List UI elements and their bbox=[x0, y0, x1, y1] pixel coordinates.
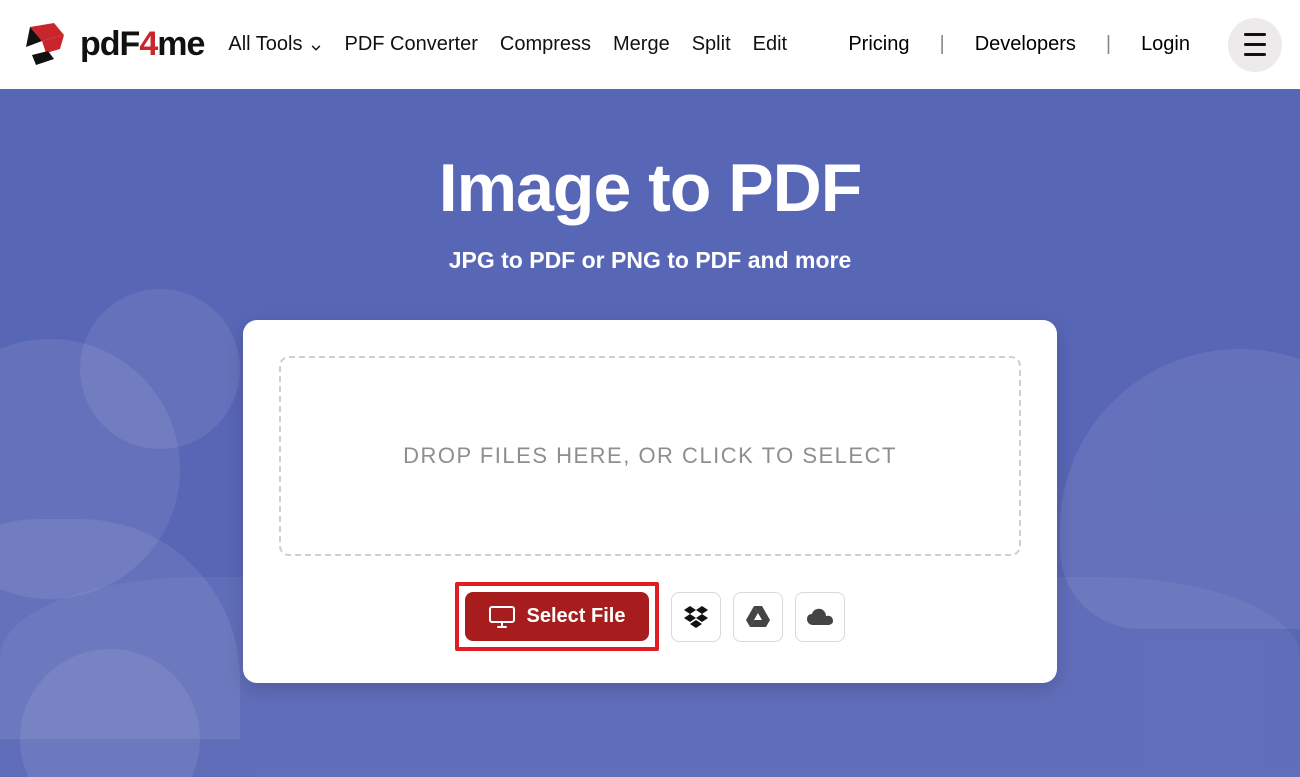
onedrive-button[interactable] bbox=[795, 592, 845, 642]
nav-compress[interactable]: Compress bbox=[500, 33, 591, 56]
nav-separator: | bbox=[1106, 33, 1111, 56]
nav-login[interactable]: Login bbox=[1141, 33, 1190, 56]
onedrive-icon bbox=[806, 608, 834, 626]
nav-merge[interactable]: Merge bbox=[613, 33, 670, 56]
monitor-icon bbox=[489, 606, 515, 628]
nav-all-tools[interactable]: All Tools bbox=[228, 33, 322, 56]
select-file-button[interactable]: Select File bbox=[465, 592, 650, 641]
dropbox-button[interactable] bbox=[671, 592, 721, 642]
upload-actions: Select File bbox=[279, 582, 1021, 651]
hero-section: Image to PDF JPG to PDF or PNG to PDF an… bbox=[0, 89, 1300, 777]
file-dropzone[interactable]: DROP FILES HERE, OR CLICK TO SELECT bbox=[279, 356, 1021, 556]
nav-developers[interactable]: Developers bbox=[975, 33, 1076, 56]
google-drive-button[interactable] bbox=[733, 592, 783, 642]
select-file-highlight: Select File bbox=[455, 582, 660, 651]
dropzone-label: DROP FILES HERE, OR CLICK TO SELECT bbox=[403, 443, 897, 469]
nav-pdf-converter[interactable]: PDF Converter bbox=[345, 33, 478, 56]
nav-pricing[interactable]: Pricing bbox=[848, 33, 909, 56]
menu-button[interactable] bbox=[1228, 18, 1282, 72]
brand-logo[interactable]: pdF4me bbox=[24, 23, 204, 67]
google-drive-icon bbox=[745, 605, 771, 629]
primary-nav: All Tools PDF Converter Compress Merge S… bbox=[228, 33, 848, 56]
secondary-nav: Pricing | Developers | Login bbox=[848, 18, 1282, 72]
hamburger-icon bbox=[1244, 33, 1266, 36]
site-header: pdF4me All Tools PDF Converter Compress … bbox=[0, 0, 1300, 89]
logo-icon bbox=[24, 23, 72, 67]
nav-all-tools-label: All Tools bbox=[228, 33, 302, 56]
nav-edit[interactable]: Edit bbox=[753, 33, 787, 56]
upload-card: DROP FILES HERE, OR CLICK TO SELECT Sele… bbox=[243, 320, 1057, 683]
logo-text: pdF4me bbox=[80, 25, 204, 64]
chevron-down-icon bbox=[309, 38, 323, 52]
dropbox-icon bbox=[683, 606, 709, 628]
page-subtitle: JPG to PDF or PNG to PDF and more bbox=[0, 247, 1300, 274]
select-file-label: Select File bbox=[527, 605, 626, 628]
page-title: Image to PDF bbox=[0, 149, 1300, 227]
nav-split[interactable]: Split bbox=[692, 33, 731, 56]
nav-separator: | bbox=[939, 33, 944, 56]
